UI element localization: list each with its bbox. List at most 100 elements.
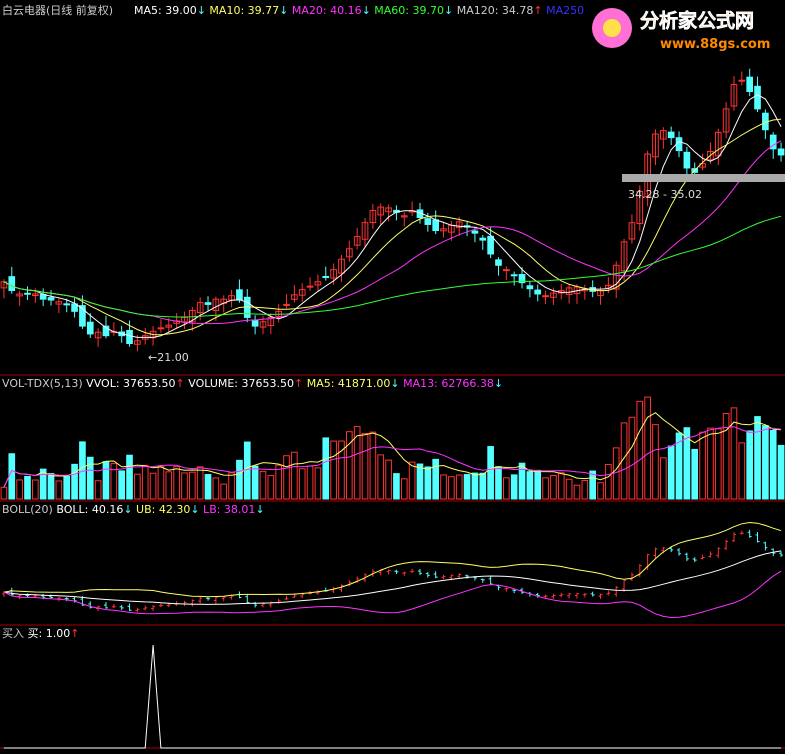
- candle-body: [251, 319, 259, 327]
- candle-body: [424, 218, 432, 225]
- legend-text: MA5: 39.00↓ MA10: 39.77↓ MA20: 40.16↓ MA…: [134, 4, 584, 17]
- volume-bar: [714, 428, 722, 500]
- arrow-down-icon: ↓: [123, 503, 132, 516]
- candle-body: [236, 289, 243, 301]
- volume-bar: [495, 466, 502, 500]
- volume-bar: [212, 477, 220, 500]
- candle-body: [738, 79, 746, 82]
- candle-body: [24, 292, 31, 295]
- volume-bar: [291, 451, 298, 500]
- ma10-line: [3, 118, 782, 336]
- volume-bar: [134, 473, 141, 500]
- volume-bar: [526, 471, 534, 500]
- volume-bar: [707, 427, 714, 500]
- volume-bar: [102, 461, 110, 500]
- volume-bar: [659, 457, 667, 500]
- volume-bar: [589, 470, 597, 500]
- volume-bar: [400, 478, 408, 500]
- ma-legend: MA5: 39.00↓ MA10: 39.77↓ MA20: 40.16↓ MA…: [134, 4, 584, 17]
- volume-bar: [479, 472, 487, 500]
- legend-item: VOL-TDX(5,13): [2, 377, 83, 390]
- legend-item: 买: 1.00: [24, 627, 70, 640]
- volume-bar: [204, 474, 212, 500]
- legend-item: BOLL: 40.16: [53, 503, 123, 516]
- volume-bar: [652, 424, 659, 500]
- volume-bar: [39, 468, 47, 500]
- arrow-down-icon: ↓: [494, 377, 503, 390]
- volume-bar: [534, 469, 542, 500]
- volume-bar: [542, 477, 549, 500]
- candle-body: [471, 230, 479, 234]
- arrow-up-icon: ↑: [70, 627, 79, 640]
- candle-body: [157, 327, 165, 330]
- volume-bar: [251, 465, 259, 500]
- volume-bar: [691, 448, 699, 500]
- candle-body: [534, 289, 542, 295]
- volume-bar: [141, 464, 149, 500]
- arrow-down-icon: ↓: [255, 503, 264, 516]
- legend-item: UB: 42.30: [133, 503, 191, 516]
- volume-bar: [236, 459, 243, 500]
- volume-bar: [667, 445, 675, 500]
- volume-bar: [510, 474, 518, 500]
- volume-bar: [196, 466, 204, 500]
- candle-body: [502, 269, 510, 272]
- volume-bar: [730, 407, 738, 500]
- candle-body: [126, 329, 133, 344]
- candle-body: [510, 274, 518, 277]
- candle-body: [8, 276, 16, 291]
- volume-bar: [0, 486, 8, 500]
- volume-bar: [754, 416, 761, 500]
- volume-bar: [432, 458, 440, 500]
- candle-body: [204, 302, 212, 305]
- volume-bar: [408, 461, 416, 500]
- legend-text: VOL-TDX(5,13) VVOL: 37653.50↑ VOLUME: 37…: [2, 377, 503, 390]
- arrow-up-icon: ↑: [533, 4, 542, 17]
- legend-item: MA250: [543, 4, 585, 17]
- stock-title: 白云电器(日线 前复权): [2, 3, 113, 17]
- volume-bar: [188, 471, 196, 500]
- candle-body: [322, 276, 330, 279]
- volume-bar: [24, 475, 31, 500]
- volume-bar: [487, 446, 494, 500]
- ma20-line: [3, 140, 782, 325]
- legend-item: LB: 38.01: [200, 503, 256, 516]
- volume-bar: [283, 455, 290, 500]
- volume-bar: [502, 477, 510, 500]
- candle-body: [495, 259, 502, 266]
- arrow-down-icon: ↓: [444, 4, 453, 17]
- volume-bar: [385, 459, 392, 500]
- volume-bar: [149, 472, 157, 500]
- volume-bar: [746, 430, 754, 500]
- boll-legend: BOLL(20) BOLL: 40.16↓ UB: 42.30↓ LB: 38.…: [2, 503, 265, 516]
- arrow-up-icon: ↑: [176, 377, 185, 390]
- arrow-down-icon: ↓: [390, 377, 399, 390]
- legend-item: MA5: 39.00: [134, 4, 197, 17]
- legend-item: MA20: 40.16: [288, 4, 361, 17]
- volume-bar: [63, 475, 71, 500]
- price-panel: [0, 68, 785, 352]
- site-logo: 分析家公式网 www.88gs.com: [592, 8, 770, 52]
- volume-bar: [518, 462, 526, 500]
- buy-signal-line: [3, 644, 782, 749]
- legend-item: MA10: 39.77: [206, 4, 279, 17]
- low-price-label: ←21.00: [148, 351, 189, 364]
- legend-item: MA120: 34.78: [453, 4, 533, 17]
- candle-body: [479, 237, 487, 241]
- candle-body: [47, 297, 55, 301]
- volume-bar: [369, 431, 377, 500]
- boll-panel: [1, 521, 784, 619]
- arrow-up-icon: ↑: [294, 377, 303, 390]
- candle-body: [746, 76, 754, 93]
- volume-bar: [769, 429, 777, 500]
- volume-bar: [557, 472, 565, 500]
- candle-body: [306, 285, 314, 288]
- volume-bar: [722, 412, 730, 500]
- volume-bar: [94, 480, 102, 500]
- boll-upper-line: [3, 521, 782, 598]
- vol-legend: VOL-TDX(5,13) VVOL: 37653.50↑ VOLUME: 37…: [2, 377, 503, 390]
- legend-item: 买入: [2, 627, 24, 640]
- candle-body: [487, 235, 494, 255]
- volume-bar: [361, 432, 369, 500]
- volume-bar: [47, 473, 55, 500]
